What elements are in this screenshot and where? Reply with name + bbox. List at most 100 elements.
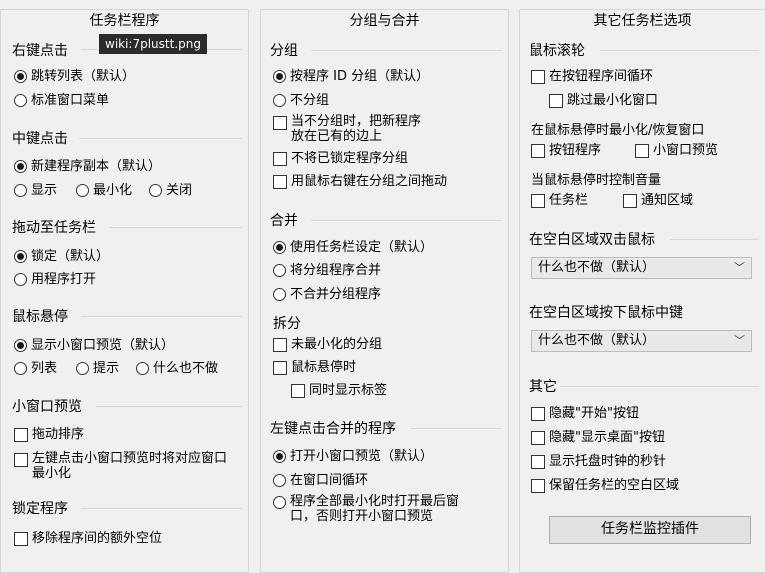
divider (600, 50, 759, 51)
radio-combine[interactable]: 将分组程序合并 (273, 262, 381, 279)
radio-open-with[interactable]: 用程序打开 (14, 271, 96, 288)
check-non-minimized[interactable]: 未最小化的分组 (273, 336, 382, 353)
middle-click-select[interactable]: 什么也不做（默认） ﹀ (531, 330, 752, 352)
check-place-new[interactable]: 当不分组时，把新程序放在已有的边上 (273, 114, 433, 144)
label: 同时显示标签 (309, 383, 388, 398)
radio-dot (273, 241, 286, 254)
check-left-click-minimize[interactable]: 左键点击小窗口预览时将对应窗口最小化 (14, 451, 239, 481)
divider (96, 406, 242, 407)
label: 不将已锁定程序分组 (291, 151, 409, 166)
check-cycle-buttons[interactable]: 在按钮程序间循环 (531, 68, 653, 85)
check-show-labels[interactable]: 同时显示标签 (291, 382, 387, 399)
check-no-pinned[interactable]: 不将已锁定程序分组 (273, 150, 408, 167)
radio-open-thumbnail[interactable]: 打开小窗口预览（默认） (273, 448, 433, 465)
checkbox-box (531, 144, 545, 158)
radio-dot (149, 184, 162, 197)
taskbar-programs-panel: 任务栏程序 右键点击 跳转列表（默认） 标准窗口菜单 中键点击 新建程序副本（默… (0, 9, 249, 573)
radio-tooltip[interactable]: 提示 (76, 360, 119, 377)
label: 隐藏"显示桌面"按钮 (549, 430, 665, 445)
panel-title: 分组与合并 (349, 13, 420, 29)
radio-dot (76, 362, 89, 375)
select-value: 什么也不做（默认） (538, 333, 656, 348)
checkbox-box (273, 361, 287, 375)
radio-nothing[interactable]: 什么也不做 (136, 360, 218, 377)
radio-close[interactable]: 关闭 (149, 182, 192, 199)
divider (311, 50, 502, 51)
select-value: 什么也不做（默认） (538, 260, 656, 275)
check-taskbar-volume[interactable]: 任务栏 (531, 192, 588, 209)
radio-list[interactable]: 列表 (14, 360, 57, 377)
label: 显示小窗口预览（默认） (31, 338, 175, 353)
group-combine-panel: 分组与合并 分组 按程序 ID 分组（默认） 不分组 当不分组时，把新程序放在已… (260, 9, 509, 573)
check-buttons[interactable]: 按钮程序 (531, 142, 601, 159)
section-split: 拆分 (273, 316, 301, 332)
checkbox-box (14, 532, 28, 546)
check-hide-start[interactable]: 隐藏"开始"按钮 (531, 405, 639, 422)
check-drag-reorder[interactable]: 拖动排序 (14, 426, 84, 443)
label: 关闭 (166, 183, 193, 198)
check-thumb-preview[interactable]: 小窗口预览 (635, 142, 718, 159)
taskbar-plugin-button[interactable]: 任务栏监控插件 (549, 516, 751, 544)
radio-dot (273, 70, 286, 83)
label: 跳转列表（默认） (31, 69, 136, 84)
label: 什么也不做 (153, 361, 219, 376)
checkbox-box (531, 407, 545, 421)
check-right-drag[interactable]: 用鼠标右键在分组之间拖动 (273, 173, 447, 190)
radio-dot (14, 339, 27, 352)
checkbox-box (635, 144, 649, 158)
radio-dot (273, 94, 286, 107)
panel-title: 任务栏程序 (89, 13, 160, 29)
label: 将分组程序合并 (290, 263, 382, 278)
label: 新建程序副本（默认） (31, 159, 162, 174)
double-click-select[interactable]: 什么也不做（默认） ﹀ (531, 257, 752, 279)
label: 用鼠标右键在分组之间拖动 (291, 174, 448, 189)
label: 跳过最小化窗口 (567, 93, 659, 108)
label: 隐藏"开始"按钮 (549, 406, 639, 421)
radio-window-menu[interactable]: 标准窗口菜单 (14, 92, 109, 109)
label: 在窗口间循环 (290, 473, 369, 488)
radio-show[interactable]: 显示 (14, 182, 57, 199)
section-grouping: 分组 (270, 43, 298, 59)
label: 锁定（默认） (31, 249, 110, 264)
check-hide-desktop[interactable]: 隐藏"显示桌面"按钮 (531, 429, 665, 446)
radio-no-combine[interactable]: 不合并分组程序 (273, 286, 381, 303)
check-keep-space[interactable]: 保留任务栏的空白区域 (531, 477, 679, 494)
checkbox-box (273, 338, 287, 352)
radio-minimize[interactable]: 最小化 (76, 182, 132, 199)
label: 小窗口预览 (653, 143, 719, 158)
label: 通知区域 (641, 193, 694, 208)
radio-open-last[interactable]: 程序全部最小化时打开最后窗口，否则打开小窗口预览 (273, 494, 483, 524)
radio-use-setting[interactable]: 使用任务栏设定（默认） (273, 239, 433, 256)
radio-dot (14, 160, 27, 173)
checkbox-box (531, 479, 545, 493)
radio-pin[interactable]: 锁定（默认） (14, 248, 109, 265)
section-wheel: 鼠标滚轮 (529, 43, 585, 59)
radio-dot (136, 362, 149, 375)
check-skip-minimized[interactable]: 跳过最小化窗口 (549, 92, 658, 109)
radio-thumbnail[interactable]: 显示小窗口预览（默认） (14, 337, 174, 354)
check-notify-volume[interactable]: 通知区域 (623, 192, 693, 209)
minimize-restore-label: 在鼠标悬停时最小化/恢复窗口 (531, 123, 705, 138)
radio-dot (14, 184, 27, 197)
label: 拖动排序 (32, 427, 85, 442)
radio-cycle[interactable]: 在窗口间循环 (273, 472, 368, 489)
check-clock-seconds[interactable]: 显示托盘时钟的秒针 (531, 453, 666, 470)
label: 用程序打开 (31, 272, 97, 287)
checkbox-box (291, 384, 305, 398)
radio-group-by-id[interactable]: 按程序 ID 分组（默认） (273, 68, 429, 85)
section-thumbnail: 小窗口预览 (12, 399, 82, 415)
divider (311, 220, 502, 221)
label: 任务栏 (549, 193, 589, 208)
radio-jumplist[interactable]: 跳转列表（默认） (14, 68, 135, 85)
radio-dot (14, 250, 27, 263)
section-right-click: 右键点击 (12, 43, 68, 59)
divider (411, 428, 502, 429)
label: 标准窗口菜单 (31, 93, 110, 108)
check-on-hover[interactable]: 鼠标悬停时 (273, 359, 356, 376)
radio-new-instance[interactable]: 新建程序副本（默认） (14, 158, 161, 175)
label: 左键点击小窗口预览时将对应窗口最小化 (32, 451, 228, 481)
radio-no-group[interactable]: 不分组 (273, 92, 329, 109)
label: 最小化 (93, 183, 133, 198)
label: 鼠标悬停时 (291, 360, 357, 375)
label: 不合并分组程序 (290, 287, 382, 302)
